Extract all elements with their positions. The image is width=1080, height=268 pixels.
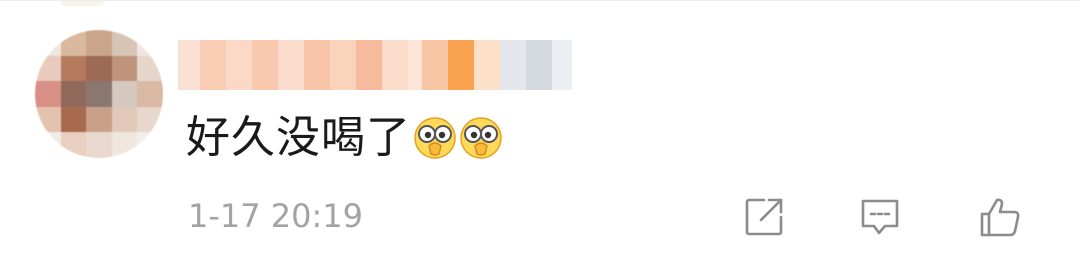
reply-comment-icon: [861, 199, 899, 235]
comment-text: 好久没喝了: [186, 112, 411, 163]
username-redacted[interactable]: [178, 40, 572, 90]
covering-eyes-emoji-icon: [414, 117, 456, 159]
like-button[interactable]: [978, 195, 1022, 239]
comment-item: 好久没喝了 1-17 20:19: [0, 0, 1080, 268]
comment-text-row: 好久没喝了: [186, 108, 503, 168]
covering-eyes-emoji-icon: [460, 117, 502, 159]
timestamp: 1-17 20:19: [188, 197, 364, 235]
like-thumbs-up-icon: [980, 198, 1020, 237]
share-icon: [745, 198, 783, 236]
reply-button[interactable]: [858, 195, 902, 239]
share-button[interactable]: [742, 195, 786, 239]
avatar[interactable]: [35, 30, 163, 158]
